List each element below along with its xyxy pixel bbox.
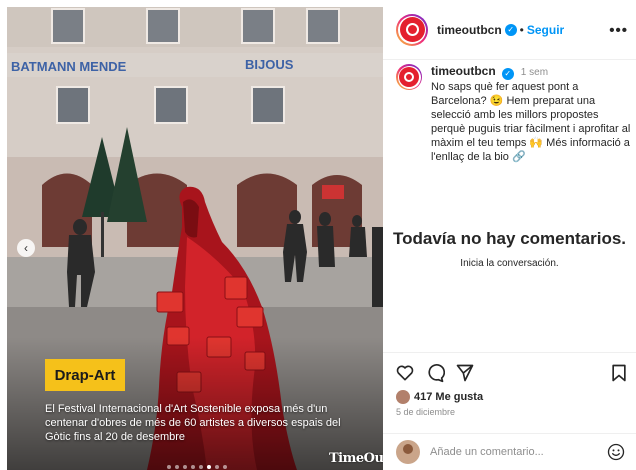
post-sidebar: timeoutbcn ✓ • Seguir ••• timeoutbcn ✓ 1… <box>383 0 636 470</box>
carousel-dot[interactable] <box>191 465 195 469</box>
post-image[interactable]: BATMANN MENDE BIJOUS ‹ Drap-Art El Festi… <box>7 7 383 470</box>
image-caption: El Festival Internacional d'Art Sostenib… <box>45 403 341 443</box>
save-icon[interactable] <box>609 363 629 383</box>
svg-text:BIJOUS: BIJOUS <box>245 57 294 72</box>
timeout-logo-icon <box>399 17 425 42</box>
post-header: timeoutbcn ✓ • Seguir ••• <box>383 0 636 60</box>
carousel-dot[interactable] <box>175 465 179 469</box>
post-time[interactable]: 1 sem <box>521 67 548 78</box>
timeout-watermark: TimeOut <box>329 451 383 466</box>
comment-icon[interactable] <box>425 363 445 383</box>
carousel-prev-button[interactable]: ‹ <box>17 239 35 257</box>
event-tag: Drap-Art <box>45 359 125 391</box>
carousel-dot[interactable] <box>183 465 187 469</box>
share-icon[interactable] <box>455 363 475 383</box>
timeout-logo-icon <box>399 67 419 87</box>
caption-username[interactable]: timeoutbcn <box>431 64 496 78</box>
carousel-dot[interactable] <box>223 465 227 469</box>
likes-count[interactable]: 417 Me gusta <box>396 390 483 404</box>
likes-label: 417 Me gusta <box>414 391 484 403</box>
carousel-dot[interactable] <box>215 465 219 469</box>
action-bar <box>383 352 636 392</box>
post-date: 5 de diciembre <box>396 407 456 417</box>
empty-comments: Todavía no hay comentarios. Inicia la co… <box>383 228 636 269</box>
avatar[interactable] <box>396 13 428 46</box>
comment-bar <box>383 433 636 470</box>
verified-badge-icon: ✓ <box>501 68 514 80</box>
heart-icon[interactable] <box>395 363 415 383</box>
carousel-dots <box>167 465 227 469</box>
svg-text:BATMANN MENDE: BATMANN MENDE <box>11 59 127 74</box>
liker-avatar <box>396 390 410 404</box>
smiley-icon[interactable] <box>606 442 626 462</box>
post-caption: timeoutbcn ✓ 1 sem No saps què fer aques… <box>396 64 632 164</box>
comment-input[interactable] <box>430 446 600 458</box>
separator: • <box>519 22 524 37</box>
street-photo: BATMANN MENDE BIJOUS <box>7 7 383 470</box>
caption-avatar[interactable] <box>396 64 422 90</box>
carousel-dot[interactable] <box>199 465 203 469</box>
user-avatar <box>396 440 420 464</box>
carousel-dot[interactable] <box>167 465 171 469</box>
empty-comments-subtitle: Inicia la conversación. <box>460 258 559 269</box>
header-username[interactable]: timeoutbcn <box>437 23 502 37</box>
empty-comments-title: Todavía no hay comentarios. <box>392 229 627 248</box>
more-options-button[interactable]: ••• <box>609 22 628 39</box>
caption-text: No saps què fer aquest pont a Barcelona?… <box>431 81 631 163</box>
verified-badge-icon: ✓ <box>504 23 517 36</box>
carousel-dot[interactable] <box>207 465 211 469</box>
follow-button[interactable]: Seguir <box>527 23 564 37</box>
